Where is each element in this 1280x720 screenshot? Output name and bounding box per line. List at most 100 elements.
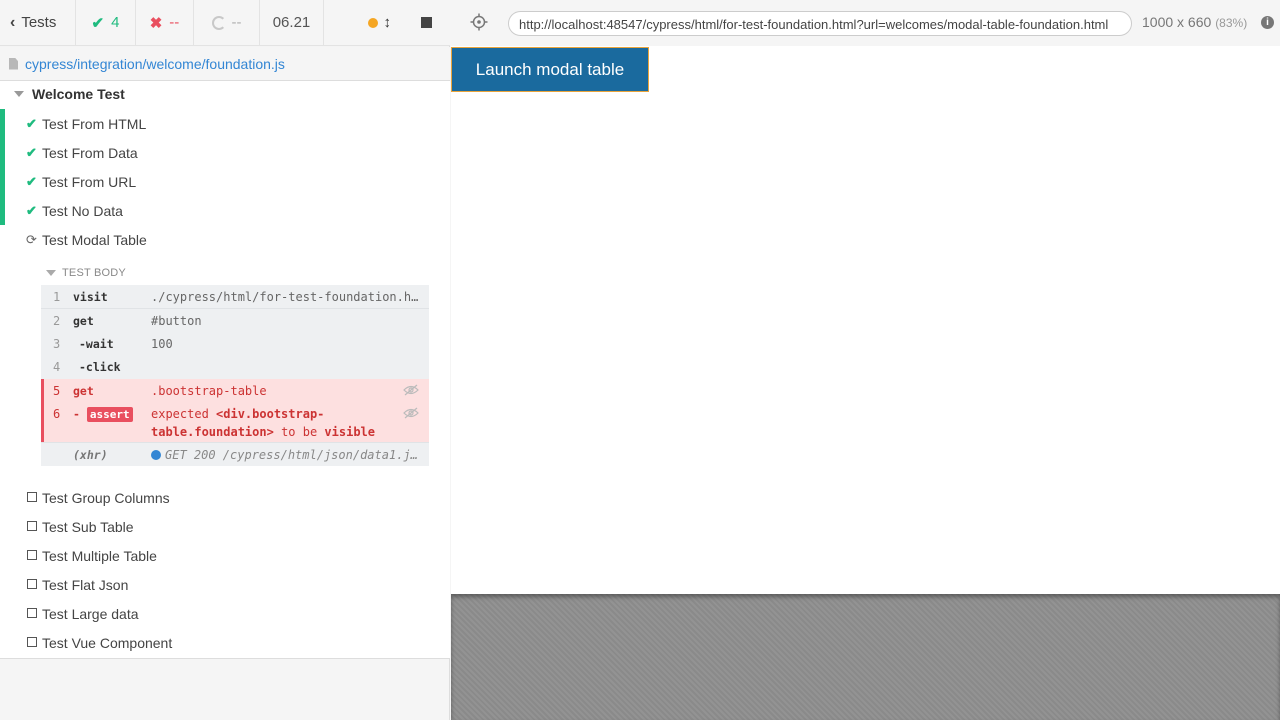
assert-value: visible: [324, 425, 375, 439]
test-label: Test Multiple Table: [42, 547, 157, 564]
command-message: .bootstrap-table: [151, 384, 267, 398]
pass-indicator: [0, 138, 5, 167]
suite-label: Welcome Test: [32, 86, 125, 102]
command-number: 3: [53, 337, 61, 351]
test-label: Test From URL: [42, 173, 137, 190]
command-row-failed[interactable]: 6 - assert expected <div.bootstrap-table…: [41, 402, 429, 442]
duration: 06.21: [260, 0, 324, 46]
xhr-status-icon: [151, 450, 161, 460]
pending-value: --: [231, 14, 242, 31]
aut-background: [451, 594, 1280, 720]
test-label: Test Large data: [42, 605, 139, 622]
test-label: Test Flat Json: [42, 576, 129, 593]
command-number: 2: [53, 314, 61, 328]
check-icon: ✔: [26, 173, 37, 189]
running-indicator-icon: [367, 17, 378, 28]
aut-iframe: Launch modal table: [451, 46, 1280, 594]
test-item[interactable]: ✔ Test No Data: [0, 196, 449, 225]
auto-scroll-icon[interactable]: ↕: [384, 14, 392, 31]
viewport-scale: (83%): [1215, 16, 1248, 30]
test-item[interactable]: Test Group Columns: [0, 483, 449, 512]
cross-icon: ✖: [149, 14, 163, 32]
test-label: Test From HTML: [42, 115, 147, 132]
file-icon: [9, 57, 18, 70]
test-item[interactable]: Test Large data: [0, 599, 449, 628]
cypress-runner: ‹ Tests ✔ 4 ✖ -- -- 06.21 ↕ cypress/inte…: [0, 0, 1280, 720]
pending-count: --: [194, 0, 260, 46]
command-name: visit: [73, 290, 108, 304]
test-item-running[interactable]: ⟳ Test Modal Table: [0, 225, 449, 254]
test-item[interactable]: ✔ Test From URL: [0, 167, 449, 196]
test-label: Test Sub Table: [42, 518, 134, 535]
passed-value: 4: [111, 14, 120, 31]
test-item[interactable]: Test Multiple Table: [0, 541, 449, 570]
command-message: expected <div.bootstrap-table.foundation…: [151, 405, 421, 441]
run-controls: ↕: [324, 0, 450, 46]
test-label: Test Group Columns: [42, 489, 170, 506]
command-row[interactable]: 2 get #button: [41, 309, 429, 332]
test-body-header[interactable]: TEST BODY: [46, 264, 126, 282]
pass-indicator: [0, 196, 5, 225]
checkbox-icon: [25, 519, 38, 534]
command-prefix: -: [73, 407, 80, 421]
launch-modal-table-button[interactable]: Launch modal table: [451, 47, 649, 92]
tests-label: Tests: [21, 14, 57, 31]
command-number: 4: [53, 360, 61, 374]
eye-slash-icon: [403, 384, 419, 396]
url-bar[interactable]: http://localhost:48547/cypress/html/for-…: [508, 11, 1132, 36]
pass-indicator: [0, 109, 5, 138]
spec-bar: cypress/integration/welcome/foundation.j…: [0, 47, 450, 81]
assert-text: expected: [151, 407, 209, 421]
xhr-row[interactable]: (xhr) GET 200 /cypress/html/json/data1.j…: [41, 442, 429, 466]
info-icon[interactable]: i: [1261, 16, 1274, 29]
assert-text: to be: [281, 425, 318, 439]
test-label: Test No Data: [42, 202, 123, 219]
viewport-size: 1000 x 660: [1142, 14, 1212, 30]
test-label: Test Modal Table: [42, 231, 147, 248]
stop-icon[interactable]: [421, 17, 432, 28]
test-label: Test From Data: [42, 144, 138, 161]
suite-title[interactable]: Welcome Test: [14, 81, 125, 107]
test-item[interactable]: Test Sub Table: [0, 512, 449, 541]
command-number: 5: [53, 384, 61, 398]
refresh-icon: ⟳: [26, 231, 37, 247]
chevron-left-icon: ‹: [10, 13, 16, 31]
spec-path-link[interactable]: cypress/integration/welcome/foundation.j…: [25, 56, 285, 72]
failed-value: --: [169, 14, 180, 31]
command-name: get: [73, 384, 94, 398]
command-name: -click: [79, 360, 121, 374]
passed-count: ✔ 4: [76, 0, 136, 46]
caret-down-icon: [46, 270, 56, 276]
check-icon: ✔: [26, 115, 37, 131]
pending-icon: [211, 15, 226, 30]
checkbox-icon: [25, 635, 38, 650]
test-label: Test Vue Component: [42, 634, 173, 651]
pass-indicator: [0, 167, 5, 196]
xhr-message: GET 200 /cypress/html/json/data1.json: [151, 448, 421, 462]
stats-bar: ‹ Tests ✔ 4 ✖ -- -- 06.21 ↕: [0, 0, 450, 46]
test-item[interactable]: Test Flat Json: [0, 570, 449, 599]
test-item[interactable]: ✔ Test From Data: [0, 138, 449, 167]
checkbox-icon: [25, 606, 38, 621]
test-body-label: TEST BODY: [62, 267, 126, 279]
caret-down-icon: [14, 91, 24, 97]
selector-playground-icon[interactable]: [470, 13, 488, 31]
command-message: 100: [151, 337, 173, 351]
eye-slash-icon: [403, 407, 419, 419]
assert-badge: assert: [86, 407, 133, 422]
check-icon: ✔: [91, 14, 105, 32]
check-icon: ✔: [26, 202, 37, 218]
test-item[interactable]: ✔ Test From HTML: [0, 109, 449, 138]
command-row[interactable]: 1 visit ./cypress/html/for-test-foundati…: [41, 285, 429, 309]
xhr-text: GET 200 /cypress/html/json/data1.json: [165, 448, 421, 462]
command-name: get: [73, 314, 94, 328]
command-row[interactable]: 4 -click: [41, 355, 429, 379]
command-name: -wait: [79, 337, 114, 351]
tests-button[interactable]: ‹ Tests: [0, 0, 76, 46]
command-message: ./cypress/html/for-test-foundation.html?…: [151, 290, 421, 304]
command-row-failed[interactable]: 5 get .bootstrap-table: [41, 379, 429, 402]
viewport-info: 1000 x 660 (83%): [1142, 14, 1247, 30]
command-row[interactable]: 3 -wait 100: [41, 332, 429, 355]
command-message: #button: [151, 314, 202, 328]
test-item[interactable]: Test Vue Component: [0, 628, 449, 657]
